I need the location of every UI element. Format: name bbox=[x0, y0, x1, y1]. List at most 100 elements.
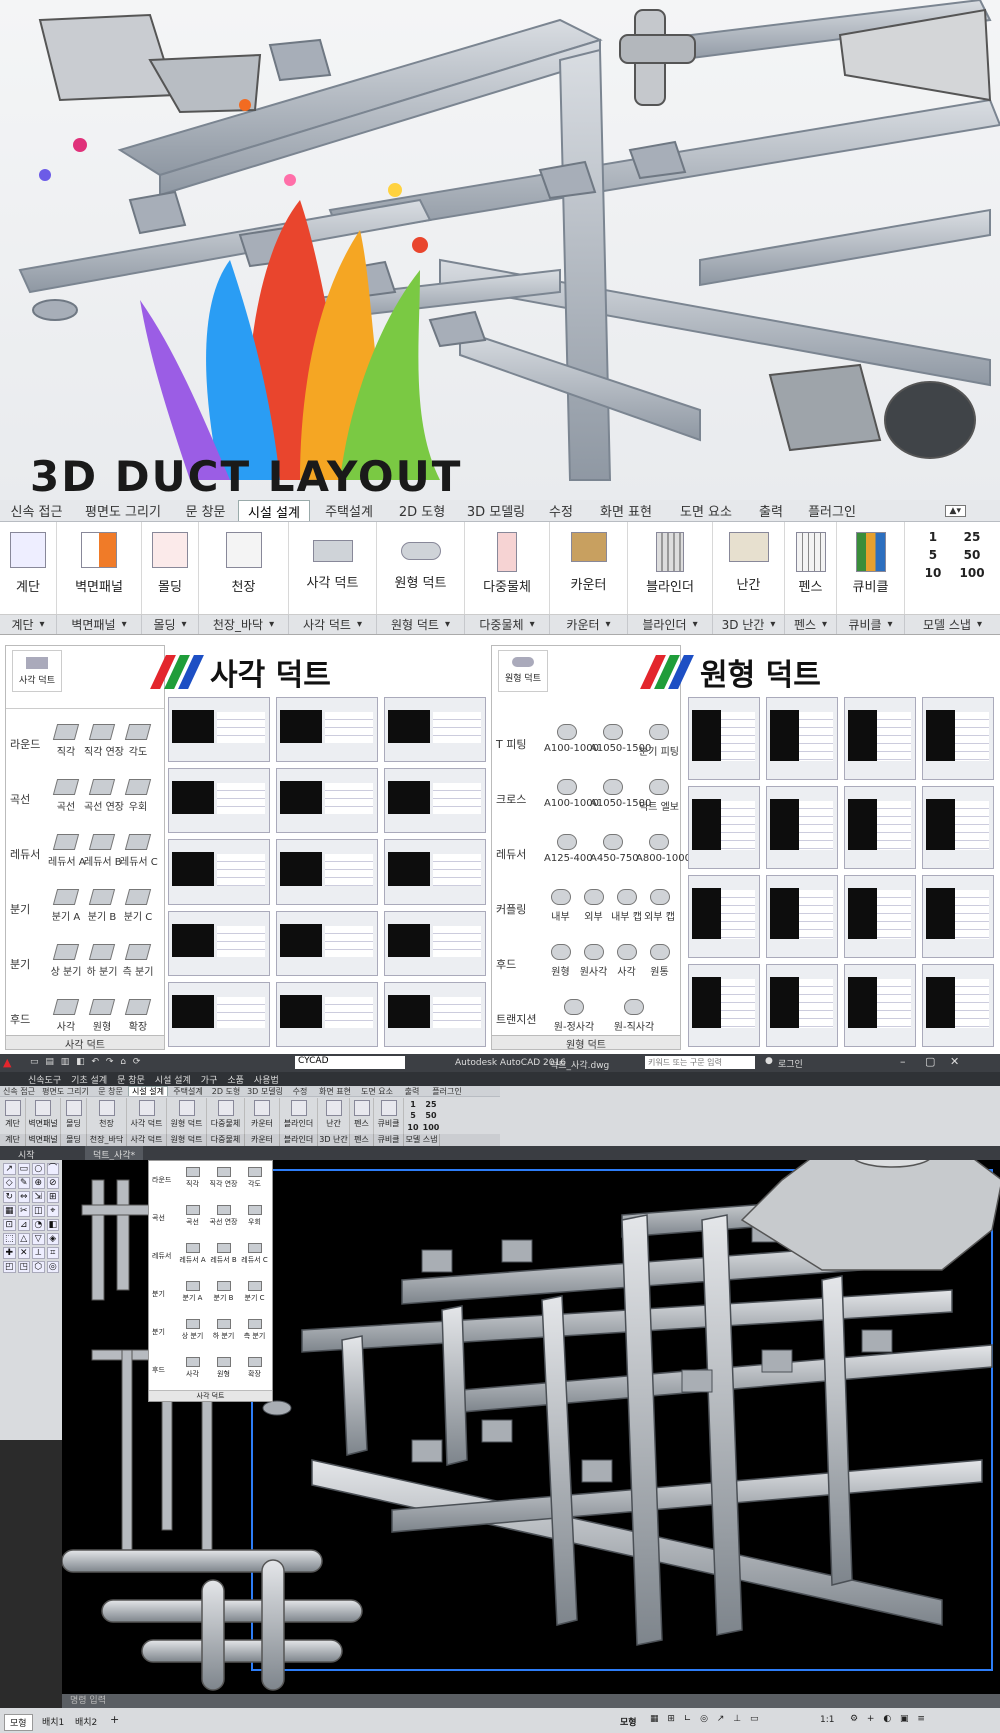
cad-group-label[interactable]: 다중물체 bbox=[207, 1134, 245, 1146]
cad-tool-button[interactable]: 원형 덕트 bbox=[167, 1098, 207, 1134]
tool-counter[interactable]: 카운터 bbox=[550, 522, 628, 614]
cad-tool-button[interactable]: 벽면패널 bbox=[26, 1098, 61, 1134]
quick-access-toolbar[interactable]: ▭ ▤ ▥ ◧ ↶ ↷ ⌂ ⟳ bbox=[30, 1057, 142, 1067]
close-icon[interactable]: ✕ bbox=[950, 1055, 959, 1068]
settings-dialog-thumbnail[interactable] bbox=[276, 839, 378, 905]
duct-item-button[interactable]: 확장 bbox=[239, 1357, 270, 1379]
cad-tool-button[interactable]: 몰딩 bbox=[61, 1098, 87, 1134]
duct-item-button[interactable]: 사각 bbox=[48, 999, 84, 1033]
draw-tool-icon[interactable]: ↻ bbox=[3, 1191, 16, 1203]
cad-group-label[interactable]: 3D 난간 bbox=[318, 1134, 350, 1146]
tool-multi-object[interactable]: 다중물체 bbox=[465, 522, 550, 614]
cad-tab-door-window[interactable]: 문 창문 bbox=[93, 1086, 128, 1096]
duct-item-button[interactable]: 측 분기 bbox=[239, 1319, 270, 1341]
draw-tool-icon[interactable]: ⬚ bbox=[3, 1233, 16, 1245]
menu-door-window[interactable]: 문 창문 bbox=[117, 1073, 145, 1086]
duct-item-button[interactable]: 직각 bbox=[177, 1167, 208, 1189]
settings-dialog-thumbnail[interactable] bbox=[168, 768, 270, 834]
settings-dialog-thumbnail[interactable] bbox=[922, 964, 994, 1047]
duct-item-button[interactable]: 분기 B bbox=[84, 889, 120, 923]
cad-group-label[interactable]: 벽면패널 bbox=[26, 1134, 61, 1146]
duct-item-button[interactable]: 원-정사각 bbox=[544, 999, 604, 1033]
draw-tool-icon[interactable]: ⬡ bbox=[32, 1261, 45, 1273]
settings-dialog-thumbnail[interactable] bbox=[276, 981, 378, 1047]
draw-tool-icon[interactable]: ↗ bbox=[3, 1163, 16, 1175]
duct-item-button[interactable]: 외부 bbox=[577, 889, 610, 923]
draw-tool-icon[interactable]: ▽ bbox=[32, 1233, 45, 1245]
duct-item-button[interactable]: 원통 bbox=[643, 944, 676, 978]
cad-tool-button[interactable]: 펜스 bbox=[350, 1098, 374, 1134]
group-blind[interactable]: 블라인더 bbox=[628, 615, 713, 634]
duct-item-button[interactable]: 원사각 bbox=[577, 944, 610, 978]
tool-wall-panel[interactable]: 벽면패널 bbox=[57, 522, 142, 614]
cad-group-label[interactable]: 큐비클 bbox=[374, 1134, 404, 1146]
settings-dialog-thumbnail[interactable] bbox=[922, 786, 994, 869]
settings-dialog-thumbnail[interactable] bbox=[922, 697, 994, 780]
draw-tool-icon[interactable]: ◳ bbox=[17, 1261, 30, 1273]
draw-tool-icon[interactable]: ⇔ bbox=[17, 1191, 30, 1203]
duct-item-button[interactable]: 분기 B bbox=[208, 1281, 239, 1303]
settings-dialog-thumbnail[interactable] bbox=[384, 981, 486, 1047]
draw-tool-icon[interactable]: ◰ bbox=[3, 1261, 16, 1273]
settings-dialog-thumbnail[interactable] bbox=[844, 964, 916, 1047]
tool-molding[interactable]: 몰딩 bbox=[142, 522, 199, 614]
draw-tool-icon[interactable]: ◧ bbox=[46, 1219, 59, 1231]
doc-tab-duct[interactable]: 덕트_사각* bbox=[85, 1146, 144, 1161]
draw-tool-icon[interactable]: ⊕ bbox=[32, 1177, 45, 1189]
cad-tool-button[interactable]: 블라인더 bbox=[280, 1098, 318, 1134]
cad-tab-modify[interactable]: 수정 bbox=[286, 1086, 314, 1096]
duct-item-button[interactable]: A100-1000 bbox=[544, 779, 599, 809]
snap-5-button[interactable]: 5 bbox=[920, 548, 945, 562]
settings-dialog-thumbnail[interactable] bbox=[766, 786, 838, 869]
duct-item-button[interactable]: 직각 연장 bbox=[84, 724, 124, 758]
tool-ceiling[interactable]: 천장 bbox=[199, 522, 289, 614]
settings-dialog-thumbnail[interactable] bbox=[688, 875, 760, 958]
settings-dialog-thumbnail[interactable] bbox=[384, 839, 486, 905]
draw-tool-icon[interactable]: ◇ bbox=[3, 1177, 16, 1189]
duct-item-button[interactable]: 곡선 연장 bbox=[208, 1205, 239, 1227]
snap-100-button[interactable]: 100 bbox=[960, 566, 985, 580]
settings-dialog-thumbnail[interactable] bbox=[844, 697, 916, 780]
help-search-input[interactable]: 키워드 또는 구문 입력 bbox=[645, 1056, 755, 1069]
snap-25-button[interactable]: 25 bbox=[960, 530, 985, 544]
duct-item-button[interactable]: 각도 bbox=[120, 724, 156, 758]
cad-snap-button[interactable]: 5 bbox=[404, 1111, 422, 1122]
group-stairs[interactable]: 계단 bbox=[0, 615, 57, 634]
tab-door-window[interactable]: 문 창문 bbox=[173, 500, 238, 521]
tool-railing[interactable]: 난간 bbox=[713, 522, 785, 614]
draw-tool-icon[interactable]: ◎ bbox=[46, 1261, 59, 1273]
add-layout-icon[interactable]: + bbox=[110, 1713, 119, 1726]
cad-group-label[interactable]: 카운터 bbox=[245, 1134, 280, 1146]
layout-tab-1[interactable]: 배치1 bbox=[42, 1715, 64, 1728]
settings-dialog-thumbnail[interactable] bbox=[276, 697, 378, 763]
draw-tool-icon[interactable]: ⊞ bbox=[46, 1191, 59, 1203]
cad-snap-button[interactable]: 10 bbox=[404, 1123, 422, 1134]
cad-tool-button[interactable]: 다중물체 bbox=[207, 1098, 245, 1134]
draw-tool-icon[interactable]: ✕ bbox=[17, 1247, 30, 1259]
group-ceiling-floor[interactable]: 천장_바닥 bbox=[199, 615, 289, 634]
settings-dialog-thumbnail[interactable] bbox=[766, 697, 838, 780]
draw-tool-icon[interactable]: ✚ bbox=[3, 1247, 16, 1259]
snap-10-button[interactable]: 10 bbox=[920, 566, 945, 580]
cad-group-label[interactable]: 계단 bbox=[0, 1134, 26, 1146]
tool-fence[interactable]: 펜스 bbox=[785, 522, 837, 614]
cad-group-label[interactable]: 블라인더 bbox=[280, 1134, 318, 1146]
duct-item-button[interactable]: 레듀서 C bbox=[239, 1243, 270, 1265]
settings-dialog-thumbnail[interactable] bbox=[384, 910, 486, 976]
tab-floorplan[interactable]: 평면도 그리기 bbox=[73, 500, 173, 521]
group-model-snap[interactable]: 모델 스냅 bbox=[905, 615, 1000, 634]
cad-tab-house-design[interactable]: 주택설계 bbox=[168, 1086, 208, 1096]
cad-tool-button[interactable]: 큐비클 bbox=[374, 1098, 404, 1134]
duct-item-button[interactable]: A100-1000 bbox=[544, 724, 599, 754]
duct-item-button[interactable]: 원-직사각 bbox=[604, 999, 664, 1033]
layout-tab-model[interactable]: 모형 bbox=[4, 1714, 33, 1731]
draw-tool-icon[interactable]: ⌗ bbox=[46, 1247, 59, 1259]
draw-tool-icon[interactable]: ⊡ bbox=[3, 1219, 16, 1231]
draw-tool-icon[interactable]: ⊿ bbox=[17, 1219, 30, 1231]
draw-tool-icon[interactable]: △ bbox=[17, 1233, 30, 1245]
tool-stairs[interactable]: 계단 bbox=[0, 522, 57, 614]
tool-blind[interactable]: 블라인더 bbox=[628, 522, 713, 614]
draw-tool-icon[interactable]: ✎ bbox=[17, 1177, 30, 1189]
cad-tab-3d-modeling[interactable]: 3D 모델링 bbox=[244, 1086, 286, 1096]
duct-item-button[interactable]: 상 분기 bbox=[48, 944, 84, 978]
